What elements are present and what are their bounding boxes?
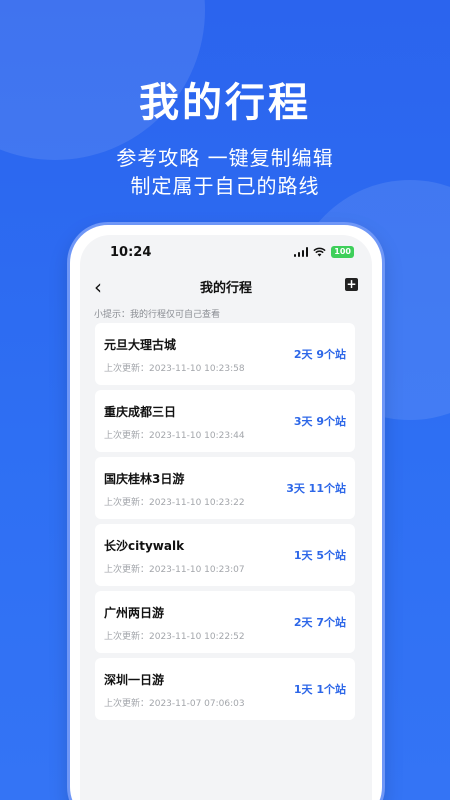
promo-subtitle-line1: 参考攻略 一键复制编辑 [116, 146, 334, 170]
trip-card[interactable]: 长沙citywalk 上次更新：2023-11-10 10:23:07 1天 5… [95, 524, 355, 586]
trip-name: 深圳一日游 [104, 673, 165, 687]
trip-stats: 3天 11个站 [286, 482, 346, 495]
trip-stats: 3天 9个站 [293, 415, 346, 428]
plus-square-icon[interactable]: + [345, 278, 358, 291]
status-bar: 10:24 100 [80, 235, 372, 269]
trip-card[interactable]: 元旦大理古城 上次更新：2023-11-10 10:23:58 2天 9个站 [95, 323, 355, 385]
trip-stats: 1天 5个站 [293, 549, 346, 562]
trip-card[interactable]: 国庆桂林3日游 上次更新：2023-11-10 10:23:22 3天 11个站 [95, 457, 355, 519]
trip-stats: 2天 7个站 [293, 616, 346, 629]
trip-card[interactable]: 深圳一日游 上次更新：2023-11-07 07:06:03 1天 1个站 [95, 658, 355, 720]
status-time: 10:24 [110, 244, 152, 260]
trip-name: 国庆桂林3日游 [104, 472, 185, 486]
trip-card[interactable]: 重庆成都三日 上次更新：2023-11-10 10:23:44 3天 9个站 [95, 390, 355, 452]
trip-updated: 上次更新：2023-11-10 10:22:52 [104, 632, 245, 642]
trip-name: 重庆成都三日 [104, 405, 177, 419]
trip-name: 广州两日游 [104, 606, 165, 620]
privacy-tip: 小提示：我的行程仅可自己查看 [94, 310, 221, 320]
trip-card[interactable]: 广州两日游 上次更新：2023-11-10 10:22:52 2天 7个站 [95, 591, 355, 653]
trip-updated: 上次更新：2023-11-10 10:23:22 [104, 498, 245, 508]
app-screen: 10:24 100 ‹ 我的行程 + 小提示：我的行程仅可自己查看 元旦大理古城… [80, 235, 372, 800]
nav-bar: ‹ 我的行程 + [80, 271, 372, 301]
trip-name: 元旦大理古城 [104, 338, 177, 352]
signal-icon [293, 247, 309, 257]
trip-updated: 上次更新：2023-11-10 10:23:07 [104, 565, 245, 575]
trip-updated: 上次更新：2023-11-10 10:23:44 [104, 431, 245, 441]
trip-name: 长沙citywalk [104, 539, 185, 553]
phone-frame: 10:24 100 ‹ 我的行程 + 小提示：我的行程仅可自己查看 元旦大理古城… [70, 225, 382, 800]
trip-list: 元旦大理古城 上次更新：2023-11-10 10:23:58 2天 9个站 重… [95, 323, 355, 725]
promo-subtitle-line2: 制定属于自己的路线 [130, 174, 320, 198]
promo-title: 我的行程 [139, 80, 311, 126]
battery-icon: 100 [331, 246, 354, 258]
wifi-icon [313, 247, 326, 257]
trip-stats: 1天 1个站 [293, 683, 346, 696]
trip-updated: 上次更新：2023-11-10 10:23:58 [104, 364, 245, 374]
trip-stats: 2天 9个站 [293, 348, 346, 361]
status-icons: 100 [293, 246, 354, 258]
page-title: 我的行程 [199, 280, 252, 296]
chevron-left-icon[interactable]: ‹ [94, 275, 102, 299]
trip-updated: 上次更新：2023-11-07 07:06:03 [104, 699, 245, 709]
